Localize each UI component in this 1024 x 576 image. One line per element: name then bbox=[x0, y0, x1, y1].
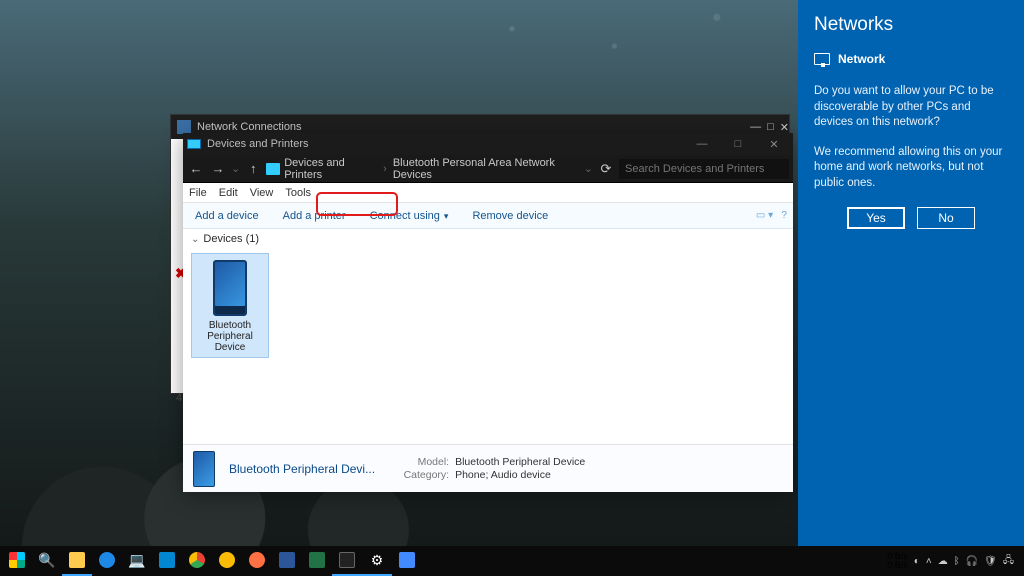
windows-icon bbox=[9, 552, 25, 568]
breadcrumb-segment[interactable]: Bluetooth Personal Area Network Devices bbox=[393, 157, 580, 181]
flyout-prompt-1: Do you want to allow your PC to be disco… bbox=[814, 84, 1008, 131]
nightlight-icon[interactable]: ◐ bbox=[914, 556, 920, 567]
gear-icon: ⚙ bbox=[371, 552, 384, 569]
taskbar-app-edge[interactable] bbox=[92, 546, 122, 576]
taskbar-app-firefox[interactable] bbox=[242, 546, 272, 576]
excel-icon bbox=[309, 552, 325, 568]
network-speed-indicator[interactable]: 0 B/s 0 B/s bbox=[887, 552, 908, 570]
address-bar: ← → ⌄ ↑ Devices and Printers › Bluetooth… bbox=[183, 155, 793, 183]
shield-icon[interactable]: 🛡 bbox=[984, 556, 997, 567]
start-button[interactable] bbox=[2, 546, 32, 576]
search-input[interactable] bbox=[619, 159, 789, 179]
network-tray-icon[interactable]: 🖧 bbox=[1003, 553, 1014, 570]
minimize-button[interactable]: — bbox=[750, 121, 761, 133]
close-button[interactable]: ✕ bbox=[780, 121, 789, 134]
taskbar-app-laptop[interactable]: 💻 bbox=[122, 546, 152, 576]
device-list: Devices (1) Bluetooth Peripheral Device bbox=[183, 229, 793, 444]
menu-edit[interactable]: Edit bbox=[219, 187, 238, 199]
chevron-down-icon[interactable]: ⌄ bbox=[584, 162, 593, 175]
networks-flyout: Networks Network Do you want to allow yo… bbox=[798, 0, 1024, 576]
network-icon bbox=[177, 120, 191, 134]
terminal-icon bbox=[339, 552, 355, 568]
flyout-prompt-2: We recommend allowing this on your home … bbox=[814, 145, 1008, 192]
titlebar[interactable]: Devices and Printers — □ ✕ bbox=[183, 133, 793, 155]
laptop-icon: 💻 bbox=[128, 552, 145, 569]
taskbar-app-terminal[interactable] bbox=[332, 546, 362, 576]
flyout-heading: Networks bbox=[814, 14, 1008, 36]
menu-file[interactable]: File bbox=[189, 187, 207, 199]
taskbar-app-chrome[interactable] bbox=[182, 546, 212, 576]
folder-icon bbox=[69, 552, 85, 568]
chrome-canary-icon bbox=[219, 552, 235, 568]
taskbar-app-explorer[interactable] bbox=[62, 546, 92, 576]
view-options-icon[interactable]: ▭ ▾ ? bbox=[756, 210, 787, 221]
menu-bar: File Edit View Tools bbox=[183, 183, 793, 203]
taskbar-app-moon[interactable] bbox=[392, 546, 422, 576]
yes-button[interactable]: Yes bbox=[847, 207, 905, 229]
device-tile-bluetooth[interactable]: Bluetooth Peripheral Device bbox=[191, 253, 269, 358]
word-icon bbox=[279, 552, 295, 568]
taskbar-app-word[interactable] bbox=[272, 546, 302, 576]
search-button[interactable]: 🔍 bbox=[32, 546, 62, 576]
details-model-key: Model: bbox=[397, 456, 449, 468]
network-item[interactable]: Network bbox=[814, 52, 1008, 66]
no-button[interactable]: No bbox=[917, 207, 975, 229]
firefox-icon bbox=[249, 552, 265, 568]
search-icon: 🔍 bbox=[38, 552, 55, 569]
group-header[interactable]: Devices (1) bbox=[183, 229, 793, 249]
monitor-icon bbox=[814, 53, 830, 65]
status-item-count: 4 bbox=[176, 392, 182, 404]
tray-chevron-icon[interactable]: ˄ bbox=[926, 556, 932, 567]
taskbar-app-settings[interactable]: ⚙ bbox=[362, 546, 392, 576]
window-title: Devices and Printers bbox=[207, 138, 309, 150]
minimize-button[interactable]: — bbox=[687, 138, 717, 150]
maximize-button[interactable]: □ bbox=[767, 121, 774, 133]
phone-icon bbox=[193, 451, 215, 487]
taskbar: 🔍 💻 ⚙ 0 B/s 0 B/s ◐ ˄ ☁ ᛒ 🎧 🛡 🖧 bbox=[0, 546, 1024, 576]
connect-using-button[interactable]: Connect using bbox=[366, 208, 453, 224]
up-button[interactable]: ↑ bbox=[244, 161, 262, 176]
details-model-value: Bluetooth Peripheral Device bbox=[455, 456, 585, 468]
forward-button[interactable]: → bbox=[209, 161, 227, 176]
breadcrumb-segment[interactable]: Devices and Printers bbox=[284, 157, 377, 181]
net-down: 0 B/s bbox=[887, 561, 908, 570]
location-icon bbox=[266, 163, 280, 175]
back-button[interactable]: ← bbox=[187, 161, 205, 176]
remove-device-button[interactable]: Remove device bbox=[468, 208, 552, 224]
group-header-label: Devices (1) bbox=[203, 233, 259, 245]
system-tray: ◐ ˄ ☁ ᛒ 🎧 🛡 🖧 bbox=[914, 553, 1022, 570]
close-button[interactable]: ✕ bbox=[759, 138, 789, 151]
details-category-key: Category: bbox=[397, 469, 449, 481]
details-category-value: Phone; Audio device bbox=[455, 469, 585, 481]
bluetooth-icon[interactable]: ᛒ bbox=[954, 556, 960, 567]
taskbar-app-excel[interactable] bbox=[302, 546, 332, 576]
mail-icon bbox=[159, 552, 175, 568]
window-title: Network Connections bbox=[197, 121, 302, 133]
chrome-icon bbox=[189, 552, 205, 568]
refresh-button[interactable]: ⟳ bbox=[597, 161, 615, 177]
device-label: Bluetooth Peripheral Device bbox=[194, 320, 266, 353]
network-name: Network bbox=[838, 52, 885, 66]
app-icon bbox=[399, 552, 415, 568]
taskbar-app-mail[interactable] bbox=[152, 546, 182, 576]
history-chevron-icon[interactable]: ⌄ bbox=[231, 162, 240, 175]
devices-and-printers-window: Devices and Printers — □ ✕ ← → ⌄ ↑ Devic… bbox=[183, 133, 793, 492]
onedrive-icon[interactable]: ☁ bbox=[938, 556, 948, 567]
breadcrumb[interactable]: Devices and Printers › Bluetooth Persona… bbox=[284, 157, 580, 181]
details-pane: Bluetooth Peripheral Devi... Model: Blue… bbox=[183, 444, 793, 492]
maximize-button[interactable]: □ bbox=[723, 138, 753, 150]
taskbar-app-canary[interactable] bbox=[212, 546, 242, 576]
phone-icon bbox=[213, 260, 247, 316]
devices-icon bbox=[187, 139, 201, 149]
headphones-icon[interactable]: 🎧 bbox=[966, 556, 978, 567]
chevron-right-icon: › bbox=[383, 163, 387, 175]
menu-view[interactable]: View bbox=[250, 187, 274, 199]
menu-tools[interactable]: Tools bbox=[285, 187, 311, 199]
command-bar: Add a device Add a printer Connect using… bbox=[183, 203, 793, 229]
edge-icon bbox=[99, 552, 115, 568]
details-title: Bluetooth Peripheral Devi... bbox=[229, 462, 375, 476]
add-printer-button[interactable]: Add a printer bbox=[279, 208, 350, 224]
add-device-button[interactable]: Add a device bbox=[191, 208, 263, 224]
